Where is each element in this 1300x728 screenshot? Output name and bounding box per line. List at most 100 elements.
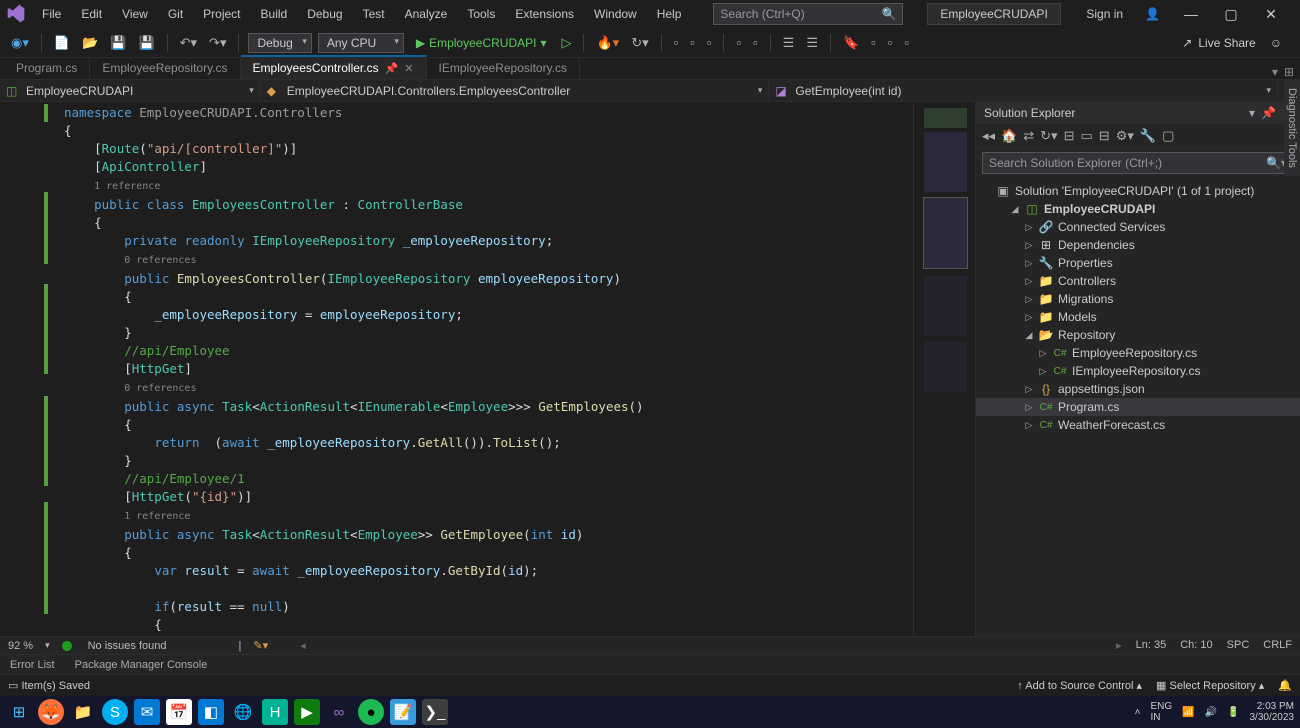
se-refresh-icon[interactable]: ↻▾ bbox=[1040, 128, 1057, 144]
tray-lang[interactable]: ENGIN bbox=[1150, 701, 1172, 723]
codelens[interactable]: 0 references bbox=[124, 255, 196, 266]
tree-file-employee-repository[interactable]: ▷C#EmployeeRepository.cs bbox=[976, 344, 1300, 362]
indent-icon[interactable]: ☰ bbox=[780, 33, 798, 53]
bookmark-next-icon[interactable]: ▫ bbox=[885, 33, 896, 52]
calendar-icon[interactable]: 📅 bbox=[166, 699, 192, 725]
new-project-icon[interactable]: 📄 bbox=[51, 33, 73, 53]
tab-program[interactable]: Program.cs bbox=[4, 57, 90, 79]
wifi-icon[interactable]: 📶 bbox=[1182, 707, 1194, 718]
start-button[interactable]: ⊞ bbox=[6, 699, 32, 725]
menu-extensions[interactable]: Extensions bbox=[507, 3, 582, 25]
save-all-icon[interactable]: 💾 bbox=[135, 33, 157, 53]
redo-icon[interactable]: ↷▾ bbox=[206, 33, 229, 53]
add-source-control[interactable]: ↑ Add to Source Control ▴ bbox=[1017, 679, 1142, 692]
solution-breadcrumb[interactable]: EmployeeCRUDAPI bbox=[927, 3, 1060, 25]
tab-iemployee-repository[interactable]: IEmployeeRepository.cs bbox=[427, 57, 581, 79]
minimize-button[interactable]: — bbox=[1176, 4, 1206, 24]
terminal-icon[interactable]: ❯_ bbox=[422, 699, 448, 725]
tab-overflow-icon[interactable]: ▾ bbox=[1272, 65, 1278, 79]
se-collapse-icon[interactable]: ⊟ bbox=[1099, 128, 1110, 144]
tree-repository[interactable]: ◢📂Repository bbox=[976, 326, 1300, 344]
solution-node[interactable]: ▣ Solution 'EmployeeCRUDAPI' (1 of 1 pro… bbox=[976, 182, 1300, 200]
maximize-button[interactable]: ▢ bbox=[1216, 4, 1246, 25]
panel-dropdown-icon[interactable]: ▾ bbox=[1249, 106, 1255, 120]
tree-models[interactable]: ▷📁Models bbox=[976, 308, 1300, 326]
tree-file-iemployee-repository[interactable]: ▷C#IEmployeeRepository.cs bbox=[976, 362, 1300, 380]
line-indicator[interactable]: Ln: 35 bbox=[1136, 639, 1167, 652]
browse3-icon[interactable]: ▫ bbox=[704, 33, 715, 52]
tray-chevron-icon[interactable]: ˄ bbox=[1135, 707, 1141, 718]
menu-build[interactable]: Build bbox=[253, 3, 296, 25]
tree-file-appsettings[interactable]: ▷{}appsettings.json bbox=[976, 380, 1300, 398]
green-app-icon[interactable]: ▶ bbox=[294, 699, 320, 725]
skype-icon[interactable]: S bbox=[102, 699, 128, 725]
code-editor[interactable]: namespace EmployeeCRUDAPI.Controllers { … bbox=[0, 102, 913, 636]
menu-window[interactable]: Window bbox=[586, 3, 645, 25]
tab-close-icon[interactable]: ✕ bbox=[404, 62, 413, 75]
se-view-icon[interactable]: ▢ bbox=[1162, 128, 1174, 144]
se-properties-icon[interactable]: ⚙▾ bbox=[1116, 128, 1134, 144]
visual-studio-icon[interactable]: ∞ bbox=[326, 699, 352, 725]
menu-file[interactable]: File bbox=[34, 3, 69, 25]
undo-icon[interactable]: ↶▾ bbox=[177, 33, 200, 53]
hot-reload-icon[interactable]: 🔥▾ bbox=[593, 33, 622, 53]
clock[interactable]: 2:03 PM 3/30/2023 bbox=[1250, 701, 1295, 723]
diagnostic-tools-tab[interactable]: Diagnostic Tools bbox=[1284, 80, 1300, 176]
cleanup-icon[interactable]: ✎▾ bbox=[253, 639, 268, 652]
menu-debug[interactable]: Debug bbox=[299, 3, 350, 25]
firefox-icon[interactable]: 🦊 bbox=[38, 699, 64, 725]
configuration-combo[interactable]: Debug bbox=[248, 33, 311, 53]
signin-link[interactable]: Sign in bbox=[1080, 5, 1129, 23]
nav-class-combo[interactable]: ◆ EmployeeCRUDAPI.Controllers.EmployeesC… bbox=[261, 80, 770, 101]
se-home-icon[interactable]: 🏠 bbox=[1001, 128, 1017, 144]
tree-controllers[interactable]: ▷📁Controllers bbox=[976, 272, 1300, 290]
code-content[interactable]: namespace EmployeeCRUDAPI.Controllers { … bbox=[0, 102, 913, 636]
select-repository[interactable]: ▦ Select Repository ▴ bbox=[1156, 679, 1264, 692]
spotify-icon[interactable]: ● bbox=[358, 699, 384, 725]
spaces-indicator[interactable]: SPC bbox=[1227, 639, 1250, 652]
codelens[interactable]: 1 reference bbox=[94, 181, 160, 192]
menu-help[interactable]: Help bbox=[649, 3, 690, 25]
tab-package-manager-console[interactable]: Package Manager Console bbox=[65, 656, 218, 674]
notepad-icon[interactable]: 📝 bbox=[390, 699, 416, 725]
battery-icon[interactable]: 🔋 bbox=[1227, 707, 1239, 718]
browse2-icon[interactable]: ▫ bbox=[687, 33, 698, 52]
se-back-icon[interactable]: ◂◂ bbox=[982, 128, 995, 144]
tree-dependencies[interactable]: ▷⊞Dependencies bbox=[976, 236, 1300, 254]
tree-properties[interactable]: ▷🔧Properties bbox=[976, 254, 1300, 272]
mail-icon[interactable]: ✉ bbox=[134, 699, 160, 725]
tree-file-weatherforecast[interactable]: ▷C#WeatherForecast.cs bbox=[976, 416, 1300, 434]
nav-member-combo[interactable]: ◪ GetEmployee(int id) bbox=[769, 80, 1278, 101]
volume-icon[interactable]: 🔊 bbox=[1205, 707, 1217, 718]
tab-employees-controller[interactable]: EmployeesController.cs📌✕ bbox=[241, 55, 427, 79]
step2-icon[interactable]: ▫ bbox=[750, 33, 761, 52]
menu-project[interactable]: Project bbox=[195, 3, 248, 25]
tab-employee-repository[interactable]: EmployeeRepository.cs bbox=[90, 57, 240, 79]
tree-connected-services[interactable]: ▷🔗Connected Services bbox=[976, 218, 1300, 236]
menu-test[interactable]: Test bbox=[355, 3, 393, 25]
outdent-icon[interactable]: ☰ bbox=[803, 33, 821, 53]
menu-git[interactable]: Git bbox=[160, 3, 191, 25]
zoom-level[interactable]: 92 % bbox=[8, 640, 33, 652]
tree-migrations[interactable]: ▷📁Migrations bbox=[976, 290, 1300, 308]
bookmark-icon[interactable]: 🔖 bbox=[840, 33, 862, 53]
menu-view[interactable]: View bbox=[114, 3, 156, 25]
tab-error-list[interactable]: Error List bbox=[0, 656, 65, 674]
search-input[interactable]: Search (Ctrl+Q) 🔍 bbox=[713, 3, 903, 25]
codelens[interactable]: 0 references bbox=[124, 383, 196, 394]
menu-edit[interactable]: Edit bbox=[73, 3, 110, 25]
se-filter-icon[interactable]: ⊟ bbox=[1064, 128, 1075, 144]
bookmark-clear-icon[interactable]: ▫ bbox=[901, 33, 912, 52]
tree-file-program[interactable]: ▷C#Program.cs bbox=[976, 398, 1300, 416]
se-showall-icon[interactable]: ▭ bbox=[1080, 128, 1092, 144]
se-preview-icon[interactable]: 🔧 bbox=[1140, 128, 1156, 144]
start-without-debug-icon[interactable]: ▷ bbox=[558, 33, 574, 53]
bookmark-prev-icon[interactable]: ▫ bbox=[868, 33, 879, 52]
solution-explorer-search[interactable]: Search Solution Explorer (Ctrl+;) 🔍▾ bbox=[982, 152, 1294, 174]
back-button[interactable]: ◉▾ bbox=[8, 33, 32, 53]
live-share-button[interactable]: ↗ Live Share ☺ bbox=[1182, 36, 1292, 50]
chrome-icon[interactable]: 🌐 bbox=[230, 699, 256, 725]
refresh-icon[interactable]: ↻▾ bbox=[628, 33, 651, 53]
codelens[interactable]: 1 reference bbox=[124, 511, 190, 522]
platform-combo[interactable]: Any CPU bbox=[318, 33, 404, 53]
